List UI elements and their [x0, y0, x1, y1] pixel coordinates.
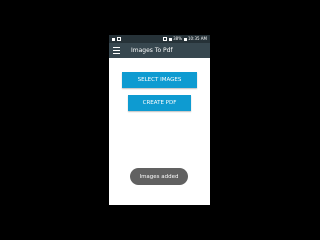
notification-icon: [112, 37, 115, 41]
battery-icon: [183, 37, 187, 41]
battery-level: 38%: [173, 36, 182, 41]
app-bar: Images To Pdf: [109, 43, 210, 58]
status-notification-icons: [112, 35, 121, 43]
phone-screen: 38% 10:35 AM Images To Pdf SELECT IMAGES…: [109, 35, 210, 205]
status-system-icons: 38% 10:35 AM: [163, 35, 207, 43]
toast-message: Images added: [130, 168, 188, 185]
app-title: Images To Pdf: [131, 47, 173, 54]
signal-icon: [168, 37, 172, 41]
notification-icon: [117, 37, 121, 41]
hamburger-menu-icon[interactable]: [113, 47, 120, 54]
select-images-button[interactable]: SELECT IMAGES: [122, 72, 197, 88]
wifi-icon: [163, 37, 168, 41]
status-bar: 38% 10:35 AM: [109, 35, 210, 43]
create-pdf-button[interactable]: CREATE PDF: [128, 95, 191, 111]
clock: 10:35 AM: [188, 36, 207, 41]
